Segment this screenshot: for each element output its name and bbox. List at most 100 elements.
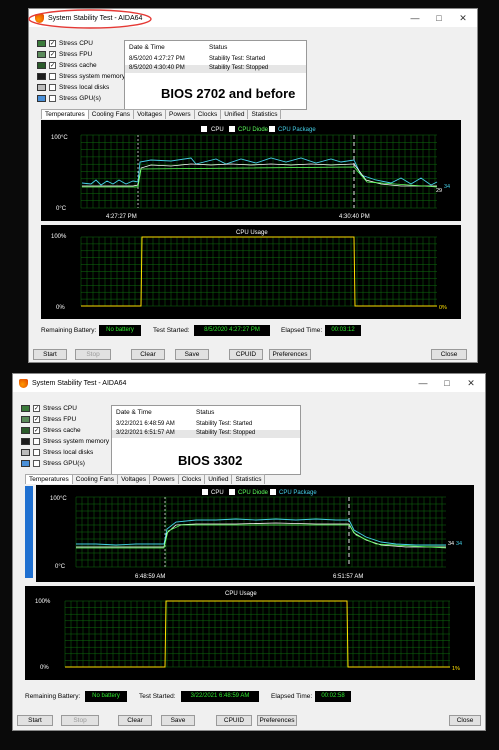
y-axis-min-label: 0°C [56, 206, 67, 212]
check-mark-icon: ✓ [33, 427, 40, 434]
stress-fpu-label: Stress FPU [59, 51, 93, 58]
tab-cooling-fans[interactable]: Cooling Fans [71, 474, 119, 484]
cpu-icon [37, 40, 46, 47]
stress-cache-checkbox[interactable]: ✓ Stress cache [21, 427, 81, 434]
close-button[interactable]: Close [431, 349, 467, 360]
stress-memory-checkbox[interactable]: Stress system memory [37, 73, 125, 80]
tab-powers[interactable]: Powers [149, 474, 179, 484]
test-started-label: Test Started: [153, 327, 190, 334]
cpu-usage-chart-svg: CPU Usage 100% 0% 0% [51, 230, 447, 311]
tab-powers[interactable]: Powers [165, 109, 195, 119]
start-time-label: 6:48:59 AM [135, 574, 165, 580]
maximize-button[interactable]: □ [435, 374, 459, 392]
fpu-icon [37, 51, 46, 58]
event-log[interactable]: Date & Time Status 8/5/2020 4:27:27 PM St… [124, 40, 307, 110]
test-started-value: 3/22/2021 6:48:59 AM [181, 691, 259, 702]
stress-cache-checkbox[interactable]: ✓ Stress cache [37, 62, 97, 69]
bios-annotation: BIOS 3302 [178, 453, 243, 468]
stress-disks-label: Stress local disks [43, 449, 94, 456]
stress-fpu-checkbox[interactable]: ✓ Stress FPU [21, 416, 76, 423]
cpuid-button[interactable]: CPUID [216, 715, 252, 726]
y-axis-max-label: 100°C [51, 135, 68, 141]
scroll-indicator[interactable] [25, 486, 33, 578]
legend-cpu: CPU [211, 490, 224, 496]
minimize-button[interactable]: — [411, 374, 435, 392]
log-status: Stability Test: Stopped [209, 65, 269, 71]
cpu-usage-chart: CPU Usage 100% 0% 0% [41, 225, 461, 319]
stress-gpu-checkbox[interactable]: Stress GPU(s) [21, 460, 85, 467]
stress-memory-checkbox[interactable]: Stress system memory [21, 438, 109, 445]
clear-button[interactable]: Clear [131, 349, 165, 360]
checkbox-box [49, 84, 56, 91]
grid [64, 600, 450, 668]
tab-statistics[interactable]: Statistics [247, 109, 282, 119]
log-row[interactable]: 3/22/2021 6:48:59 AM Stability Test: Star… [112, 421, 300, 429]
preferences-button[interactable]: Preferences [257, 715, 297, 726]
stress-cpu-checkbox[interactable]: ✓ Stress CPU [21, 405, 77, 412]
close-window-button[interactable]: ✕ [451, 9, 475, 27]
save-button[interactable]: Save [161, 715, 195, 726]
check-mark-icon: ✓ [49, 62, 56, 69]
log-row[interactable]: 3/22/2021 6:51:57 AM Stability Test: Stop… [112, 430, 300, 438]
legend-checkbox-cpu-diode[interactable] [229, 489, 235, 495]
check-mark-icon: ✓ [49, 51, 56, 58]
stress-disks-checkbox[interactable]: Stress local disks [37, 84, 109, 91]
tab-cooling-fans[interactable]: Cooling Fans [87, 109, 135, 119]
usage-y-max-label: 100% [51, 234, 67, 240]
checkbox-box [33, 460, 40, 467]
elapsed-time-label: Elapsed Time: [281, 327, 323, 334]
close-window-button[interactable]: ✕ [459, 374, 483, 392]
stop-button[interactable]: Stop [75, 349, 111, 360]
legend-checkbox-cpu[interactable] [202, 489, 208, 495]
maximize-button[interactable]: □ [427, 9, 451, 27]
clear-button[interactable]: Clear [118, 715, 152, 726]
date-time-header: Date & Time [129, 44, 165, 51]
disk-icon [37, 84, 46, 91]
battery-label: Remaining Battery: [41, 327, 97, 334]
legend-checkbox-cpu-diode[interactable] [229, 126, 235, 132]
log-date: 3/22/2021 6:48:59 AM [116, 421, 175, 427]
save-button[interactable]: Save [175, 349, 209, 360]
legend-checkbox-cpu[interactable] [201, 126, 207, 132]
log-status: Stability Test: Started [209, 56, 266, 62]
usage-title: CPU Usage [236, 230, 268, 236]
preferences-button[interactable]: Preferences [269, 349, 311, 360]
stop-button[interactable]: Stop [61, 715, 99, 726]
tab-unified[interactable]: Unified [220, 109, 249, 119]
status-header: Status [209, 44, 228, 51]
checkbox-box [49, 73, 56, 80]
tab-voltages[interactable]: Voltages [133, 109, 166, 119]
grid [80, 236, 437, 307]
tab-clocks[interactable]: Clocks [177, 474, 206, 484]
stress-gpu-checkbox[interactable]: Stress GPU(s) [37, 95, 101, 102]
legend-cpu-package: CPU Package [279, 490, 317, 496]
stress-fpu-checkbox[interactable]: ✓ Stress FPU [37, 51, 92, 58]
stress-disks-checkbox[interactable]: Stress local disks [21, 449, 93, 456]
tab-statistics[interactable]: Statistics [231, 474, 266, 484]
close-button[interactable]: Close [449, 715, 481, 726]
window-title: System Stability Test - AIDA64 [32, 379, 127, 387]
temperature-chart-svg: CPU CPU Diode CPU Package 100°C 0°C 34 3… [50, 489, 462, 580]
bios-annotation: BIOS 2702 and before [161, 86, 296, 101]
end-value-cpu: 34 [448, 541, 454, 547]
start-button[interactable]: Start [33, 349, 67, 360]
minimize-button[interactable]: — [403, 9, 427, 27]
legend-checkbox-cpu-package[interactable] [270, 489, 276, 495]
tab-unified[interactable]: Unified [204, 474, 233, 484]
stress-disks-label: Stress local disks [59, 84, 110, 91]
cpuid-button[interactable]: CPUID [229, 349, 263, 360]
log-row[interactable]: 8/5/2020 4:30:40 PM Stability Test: Stopp… [125, 65, 306, 73]
log-row[interactable]: 8/5/2020 4:27:27 PM Stability Test: Start… [125, 56, 306, 64]
tab-temperatures[interactable]: Temperatures [25, 474, 73, 484]
legend-checkbox-cpu-package[interactable] [269, 126, 275, 132]
usage-end-value: 1% [452, 666, 460, 672]
tab-voltages[interactable]: Voltages [117, 474, 150, 484]
start-button[interactable]: Start [17, 715, 53, 726]
tab-clocks[interactable]: Clocks [193, 109, 222, 119]
stress-cpu-checkbox[interactable]: ✓ Stress CPU [37, 40, 93, 47]
legend: CPU CPU Diode CPU Package [202, 489, 317, 496]
event-log[interactable]: Date & Time Status 3/22/2021 6:48:59 AM S… [111, 405, 301, 475]
stress-cache-label: Stress cache [59, 62, 97, 69]
title-bar[interactable]: System Stability Test - AIDA64 — □ ✕ [13, 374, 485, 392]
tab-temperatures[interactable]: Temperatures [41, 109, 89, 119]
